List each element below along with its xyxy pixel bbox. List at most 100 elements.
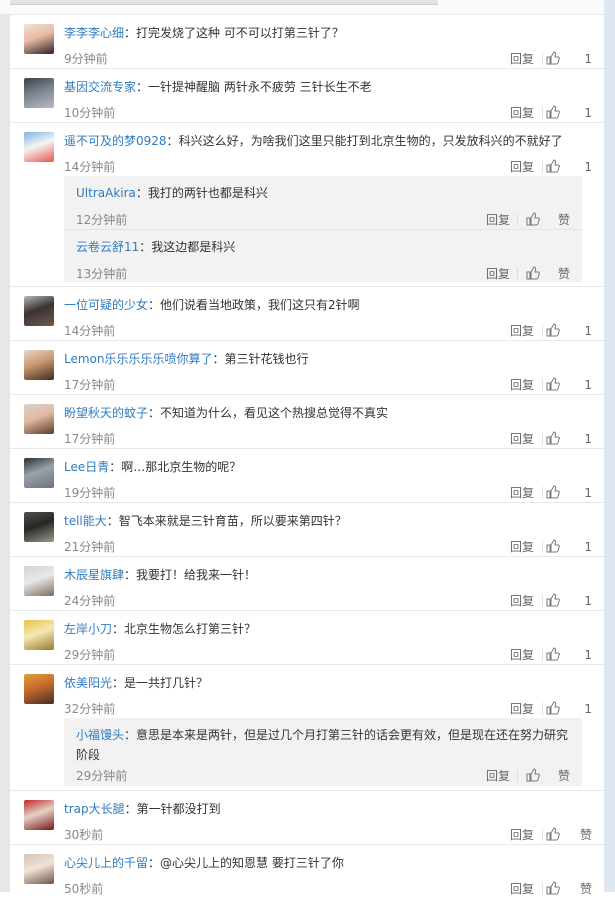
avatar[interactable] [24,566,54,596]
comment-text: @心尖儿上的知恩慧 要打三针了你 [160,856,344,870]
page-left-gutter [0,0,10,892]
comment-username[interactable]: 心尖儿上的千留 [64,856,148,870]
reply-button[interactable]: 回复 [510,593,534,609]
comment-time: 24分钟前 [64,594,116,608]
avatar[interactable] [24,458,54,488]
like-button[interactable]: 1 [546,159,592,175]
like-button[interactable]: 赞 [546,881,592,897]
comment-meta: 14分钟前 回复 1 [64,323,592,339]
reply-button[interactable]: 回复 [510,323,534,339]
comment-item: 依美阳光：是一共打几针？ 32分钟前 回复 1 小福馒头：意思是本来是两针，但是过几个月… [10,664,604,790]
comment-username[interactable]: tell能大 [64,514,107,528]
thumb-up-icon [546,827,560,845]
comment-line: 李李李心细：打完发烧了这种 可不可以打第三针了？ [64,24,592,42]
comment-line: Lemon乐乐乐乐乐喷你算了：第三针花钱也行 [64,350,592,368]
comment-line: Lee日青：啊…那北京生物的呢？ [64,458,592,476]
thumb-up-icon [546,881,560,899]
comment-time: 50秒前 [64,882,104,896]
username-separator: ： [212,352,225,366]
comment-meta: 29分钟前 回复 赞 [76,768,570,784]
like-button[interactable]: 1 [546,323,592,339]
comment-text: 我要打！给我来一针！ [136,568,257,582]
comment-line: 一位可疑的少女：他们说看当地政策，我们这只有2针啊 [64,296,592,314]
like-count: 1 [584,106,592,120]
like-button[interactable]: 1 [546,51,592,67]
reply-button[interactable]: 回复 [510,159,534,175]
avatar[interactable] [24,78,54,108]
reply-button[interactable]: 回复 [510,51,534,67]
like-button[interactable]: 赞 [546,827,592,843]
comment-username[interactable]: 基因交流专家 [64,80,136,94]
comment-time: 12分钟前 [76,213,128,227]
like-count: 1 [584,594,592,608]
comment-meta: 14分钟前 回复 1 [64,159,592,175]
like-button[interactable]: 赞 [526,212,570,228]
like-button[interactable]: 赞 [526,768,570,784]
like-button[interactable]: 1 [546,593,592,609]
comment-line: 木辰星旗肆：我要打！给我来一针！ [64,566,592,584]
comment-meta: 13分钟前 回复 赞 [76,266,570,282]
comment-username[interactable]: Lemon乐乐乐乐乐喷你算了 [64,352,213,366]
reply-button[interactable]: 回复 [510,647,534,663]
comment-username[interactable]: 左岸小刀 [64,622,112,636]
comment-text: 第三针花钱也行 [224,352,309,366]
avatar[interactable] [24,350,54,380]
reply-button[interactable]: 回复 [510,827,534,843]
username-separator: ： [135,186,148,200]
comment-username[interactable]: 一位可疑的少女 [64,298,148,312]
reply-button[interactable]: 回复 [510,881,534,897]
reply-button[interactable]: 回复 [510,701,534,717]
avatar[interactable] [24,24,54,54]
like-button[interactable]: 1 [546,377,592,393]
like-button[interactable]: 1 [546,431,592,447]
comment-username[interactable]: 小福馒头 [76,728,124,742]
reply-item: 小福馒头：意思是本来是两针，但是过几个月打第三针的话会更有效，但是现在还在努力研… [64,718,582,786]
comment-meta: 21分钟前 回复 1 [64,539,592,555]
comment-username[interactable]: 遥不可及的梦0928 [64,134,167,148]
avatar[interactable] [24,620,54,650]
like-button[interactable]: 赞 [526,266,570,282]
like-button[interactable]: 1 [546,539,592,555]
comment-username[interactable]: 盼望秋天的蚊子 [64,406,148,420]
comment-username[interactable]: 木辰星旗肆 [64,568,124,582]
thumb-up-icon [546,377,560,395]
action-divider [542,595,543,607]
like-count: 1 [584,540,592,554]
like-button[interactable]: 1 [546,647,592,663]
avatar[interactable] [24,512,54,542]
avatar[interactable] [24,132,54,162]
reply-button[interactable]: 回复 [486,266,510,282]
avatar[interactable] [24,854,54,884]
avatar[interactable] [24,404,54,434]
avatar[interactable] [24,800,54,830]
action-divider [542,325,543,337]
username-separator: ： [139,240,152,254]
comment-item: 心尖儿上的千留：@心尖儿上的知恩慧 要打三针了你 50秒前 回复 赞 [10,844,604,898]
like-button[interactable]: 1 [546,485,592,501]
like-button[interactable]: 1 [546,701,592,717]
comment-username[interactable]: 云卷云舒11 [76,240,139,254]
action-divider [542,379,543,391]
reply-button[interactable]: 回复 [486,212,510,228]
reply-button[interactable]: 回复 [486,768,510,784]
comment-username[interactable]: 李李李心细 [64,26,124,40]
reply-button[interactable]: 回复 [510,377,534,393]
comment-username[interactable]: trap大长腿 [64,802,125,816]
avatar[interactable] [24,674,54,704]
comment-username[interactable]: UltraAkira [76,186,136,200]
reply-button[interactable]: 回复 [510,485,534,501]
like-button[interactable]: 1 [546,105,592,121]
comment-meta: 24分钟前 回复 1 [64,593,592,609]
reply-button[interactable]: 回复 [510,105,534,121]
comment-meta: 29分钟前 回复 1 [64,647,592,663]
comment-item: 李李李心细：打完发烧了这种 可不可以打第三针了？ 9分钟前 回复 1 [10,14,604,68]
reply-button[interactable]: 回复 [510,539,534,555]
comment-line: UltraAkira：我打的两针也都是科兴 [76,183,570,203]
comment-username[interactable]: Lee日青 [64,460,109,474]
reply-button[interactable]: 回复 [510,431,534,447]
comment-text: 第一针都没打到 [136,802,221,816]
avatar[interactable] [24,296,54,326]
reply-thread: UltraAkira：我打的两针也都是科兴 12分钟前 回复赞云卷云舒11：我这边都… [64,176,582,282]
comment-text: 北京生物怎么打第三针？ [124,622,257,636]
comment-username[interactable]: 依美阳光 [64,676,112,690]
